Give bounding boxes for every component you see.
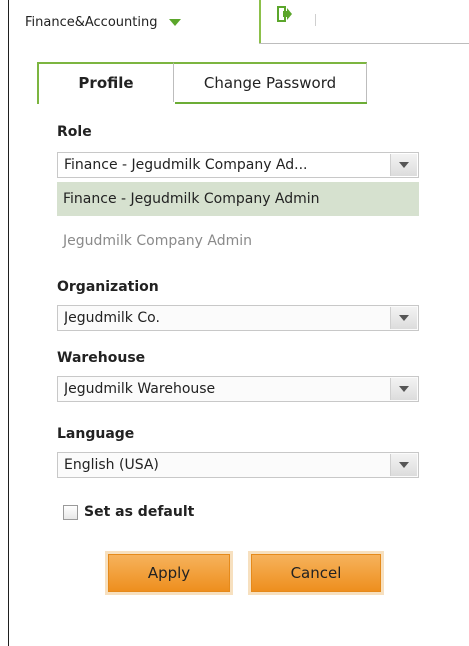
warehouse-select-value: Jegudmilk Warehouse xyxy=(64,381,216,397)
apply-button-label: Apply xyxy=(147,564,191,582)
tab-profile-label: Profile xyxy=(78,74,134,92)
dropdown-arrow-icon[interactable] xyxy=(390,307,417,329)
cancel-button-label: Cancel xyxy=(290,564,342,582)
cancel-button[interactable]: Cancel xyxy=(251,554,381,592)
role-menu[interactable]: Finance&Accounting xyxy=(9,0,259,44)
tab-bar: Profile Change Password xyxy=(37,62,467,104)
role-menu-label: Finance&Accounting xyxy=(25,14,158,30)
role-description: Jegudmilk Company Admin xyxy=(63,233,253,249)
organization-select[interactable]: Jegudmilk Co. xyxy=(57,305,419,331)
tab-border xyxy=(37,102,39,104)
role-option[interactable]: Finance - Jegudmilk Company Admin xyxy=(57,182,419,216)
dropdown-arrow-icon[interactable] xyxy=(390,454,417,476)
divider xyxy=(259,0,261,44)
tab-underline xyxy=(175,102,367,104)
role-select-value: Finance - Jegudmilk Company Ad... xyxy=(64,157,308,173)
tab-change-password-label: Change Password xyxy=(203,74,337,92)
warehouse-select[interactable]: Jegudmilk Warehouse xyxy=(57,376,419,402)
chevron-down-icon[interactable] xyxy=(169,18,182,26)
warehouse-label: Warehouse xyxy=(57,350,146,366)
dropdown-arrow-icon[interactable] xyxy=(390,378,417,400)
dropdown-arrow-icon[interactable] xyxy=(390,154,417,176)
role-select[interactable]: Finance - Jegudmilk Company Ad... xyxy=(57,152,419,178)
role-label: Role xyxy=(57,124,92,140)
tab-change-password[interactable]: Change Password xyxy=(174,62,367,102)
set-default-row: Set as default xyxy=(63,502,194,522)
set-default-label: Set as default xyxy=(84,504,195,520)
language-label: Language xyxy=(57,426,135,442)
apply-button[interactable]: Apply xyxy=(108,554,230,592)
set-default-checkbox[interactable] xyxy=(63,504,78,520)
profile-panel: Finance&Accounting Profile Change Passwo… xyxy=(8,0,469,646)
role-option-label: Finance - Jegudmilk Company Admin xyxy=(63,191,320,207)
language-select[interactable]: English (USA) xyxy=(57,452,419,478)
divider xyxy=(259,43,469,44)
organization-label: Organization xyxy=(57,279,159,295)
tab-profile[interactable]: Profile xyxy=(37,62,174,102)
logout-icon[interactable] xyxy=(277,6,293,22)
organization-select-value: Jegudmilk Co. xyxy=(64,310,160,326)
divider xyxy=(315,14,316,26)
language-select-value: English (USA) xyxy=(64,457,159,473)
top-bar: Finance&Accounting xyxy=(9,0,469,44)
